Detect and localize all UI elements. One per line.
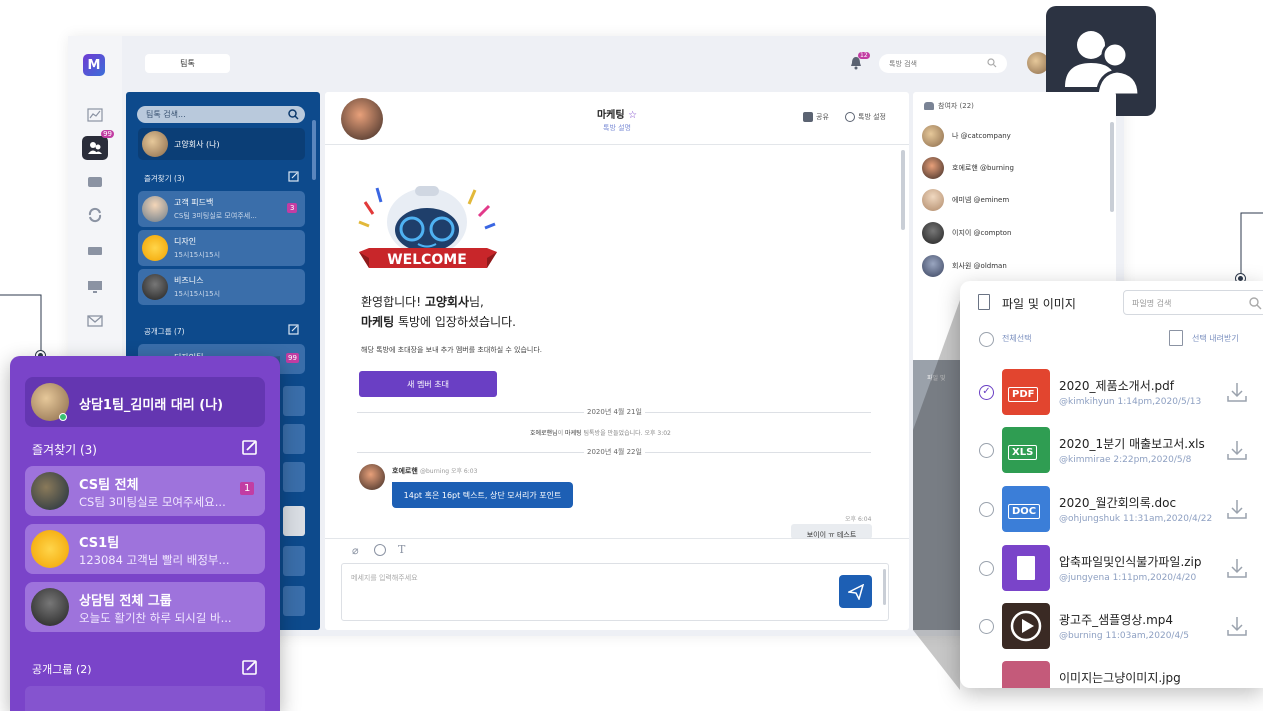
download-icon[interactable] xyxy=(1226,498,1248,520)
zip-file-icon xyxy=(1002,545,1050,591)
file-row[interactable]: 이미지는그냥이미지.jpg xyxy=(960,657,1263,688)
play-icon xyxy=(1010,610,1042,642)
popup-public-title: 공개그룹 (2) xyxy=(32,663,92,676)
file-row[interactable]: XLS 2020_1분기 매출보고서.xls @kimmirae 2:22pm,… xyxy=(960,423,1263,477)
avatar xyxy=(31,472,69,510)
download-icon[interactable] xyxy=(1226,381,1248,403)
file-name: 2020_1분기 매출보고서.xls xyxy=(1059,437,1205,451)
file-name: 압축파일및인식불가파일.zip xyxy=(1059,555,1202,569)
blank-page-icon xyxy=(1017,556,1035,580)
unread-badge: 1 xyxy=(240,482,255,495)
file-meta: @ohjungshuk 11:31am,2020/4/22 xyxy=(1059,514,1213,524)
popup-item-preview: 오늘도 활기찬 하루 되시길 바... xyxy=(79,611,232,625)
search-icon xyxy=(1249,297,1262,310)
popup-me-label: 상담1팀_김미래 대리 (나) xyxy=(79,398,224,413)
file-row[interactable]: DOC 2020_월간회의록.doc @ohjungshuk 11:31am,2… xyxy=(960,482,1263,536)
file-checked-radio[interactable]: ✓ xyxy=(979,385,994,400)
avatar xyxy=(31,588,69,626)
file-search-placeholder: 파일명 검색 xyxy=(1132,299,1172,308)
select-all-radio[interactable] xyxy=(979,332,994,347)
popup-item-cs1[interactable]: CS1팀 123084 고객님 빨리 배정부... xyxy=(25,524,265,574)
files-popup: 파일 및 이미지 파일명 검색 전체선택 선택 내려받기 ✓ PDF 2020_… xyxy=(960,281,1263,688)
avatar xyxy=(31,530,69,568)
image-file-icon xyxy=(1002,661,1050,688)
file-name: 이미지는그냥이미지.jpg xyxy=(1059,671,1181,685)
file-doc-icon xyxy=(978,294,990,310)
popup-me[interactable]: 상담1팀_김미래 대리 (나) xyxy=(25,377,265,427)
file-meta: @kimkihyun 1:14pm,2020/5/13 xyxy=(1059,397,1202,407)
file-radio[interactable] xyxy=(979,502,994,517)
popup-item-cs-all[interactable]: CS팀 전체 CS팀 3미팅실로 모여주세요... 1 xyxy=(25,466,265,516)
file-radio[interactable] xyxy=(979,443,994,458)
popup-item-label: 상담팀 전체 그룹 xyxy=(79,594,172,609)
popup-item-label: CS1팀 xyxy=(79,536,120,551)
popup-item-label: CS팀 전체 xyxy=(79,478,139,493)
popup-item-preview: 123084 고객님 빨리 배정부... xyxy=(79,553,230,567)
video-file-icon xyxy=(1002,603,1050,649)
file-radio[interactable] xyxy=(979,619,994,634)
download-icon[interactable] xyxy=(1226,439,1248,461)
download-selected-label: 선택 내려받기 xyxy=(1192,333,1239,343)
edit-icon[interactable] xyxy=(242,440,257,455)
file-type-tag: PDF xyxy=(1008,387,1039,402)
online-dot xyxy=(59,413,67,421)
file-row[interactable]: ✓ PDF 2020_제품소개서.pdf @kimkihyun 1:14pm,2… xyxy=(960,365,1263,419)
file-radio[interactable] xyxy=(979,561,994,576)
popup-list-fade xyxy=(25,686,265,711)
file-type-tag: DOC xyxy=(1008,504,1041,519)
file-name: 광고주_샘플영상.mp4 xyxy=(1059,613,1174,627)
file-row[interactable]: 압축파일및인식불가파일.zip @jungyena 1:11pm,2020/4/… xyxy=(960,541,1263,595)
file-search-input[interactable]: 파일명 검색 xyxy=(1123,290,1263,315)
file-meta: @burning 11:03am,2020/4/5 xyxy=(1059,631,1189,641)
pdf-file-icon: PDF xyxy=(1002,369,1050,415)
xls-file-icon: XLS xyxy=(1002,427,1050,473)
download-icon[interactable] xyxy=(1226,557,1248,579)
popup-item-counsel[interactable]: 상담팀 전체 그룹 오늘도 활기찬 하루 되시길 바... xyxy=(25,582,265,632)
edit-icon[interactable] xyxy=(242,660,257,675)
files-title: 파일 및 이미지 xyxy=(1002,297,1076,311)
download-selected-button[interactable]: 선택 내려받기 xyxy=(1169,330,1239,346)
file-row[interactable]: 광고주_샘플영상.mp4 @burning 11:03am,2020/4/5 xyxy=(960,599,1263,653)
select-all-label: 전체선택 xyxy=(1002,334,1032,343)
file-meta: @jungyena 1:11pm,2020/4/20 xyxy=(1059,573,1197,583)
download-box-icon xyxy=(1169,330,1183,346)
download-icon[interactable] xyxy=(1226,615,1248,637)
file-name: 2020_제품소개서.pdf xyxy=(1059,379,1175,393)
file-name: 2020_월간회의록.doc xyxy=(1059,496,1177,510)
popup-item-preview: CS팀 3미팅실로 모여주세요... xyxy=(79,495,226,509)
doc-file-icon: DOC xyxy=(1002,486,1050,532)
file-type-tag: XLS xyxy=(1008,445,1038,460)
file-meta: @kimmirae 2:22pm,2020/5/8 xyxy=(1059,455,1192,465)
popup-favorites-title: 즐겨찾기 (3) xyxy=(32,443,97,457)
